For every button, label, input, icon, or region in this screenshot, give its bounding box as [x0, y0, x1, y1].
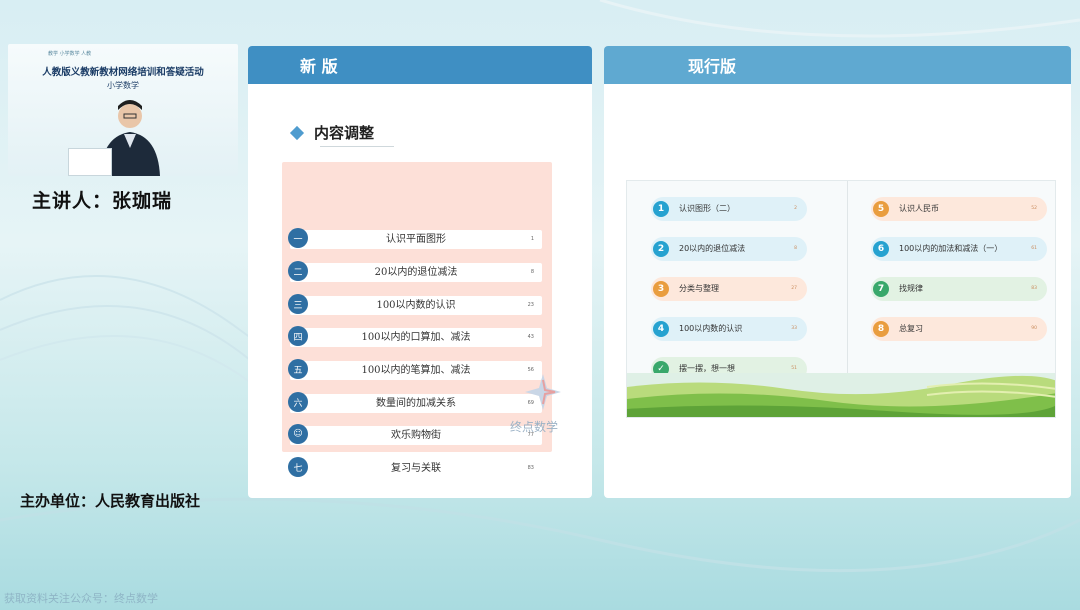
- current-toc-item: 2 20以内的退位减法 8: [651, 237, 807, 261]
- toc-label: 100以内的口算加、减法: [361, 332, 471, 343]
- item-label: 找规律: [899, 284, 923, 293]
- item-number: 7: [873, 281, 889, 297]
- toc-page: 83: [527, 465, 534, 471]
- section-title-text: 内容调整: [314, 124, 375, 142]
- section-title: 内容调整: [289, 122, 375, 143]
- item-page: 8: [794, 246, 797, 251]
- toc-row: 七 复习与关联 83: [288, 457, 542, 478]
- toc-number: 一: [288, 228, 308, 248]
- toc-label: 认识平面图形: [386, 234, 446, 245]
- item-page: 90: [1031, 326, 1037, 331]
- item-number: 5: [873, 201, 889, 217]
- item-page: 2: [794, 206, 797, 211]
- current-toc-item: 4 100以内数的认识 33: [651, 317, 807, 341]
- item-label: 100以内数的认识: [679, 324, 743, 333]
- speaker-name: 主讲人：张珈瑞: [32, 190, 173, 212]
- item-label: 认识图形（二）: [679, 204, 735, 213]
- green-fields-illustration: [627, 373, 1055, 417]
- item-page: 61: [1031, 246, 1037, 251]
- item-label: 100以内的加法和减法（一）: [899, 244, 1003, 253]
- item-number: 8: [873, 321, 889, 337]
- item-number: 4: [653, 321, 669, 337]
- toc-row: 一 认识平面图形 1: [288, 228, 542, 249]
- presenter-video: 教学 小学数学 人教 人教版义教新教材网络培训和答疑活动 小学数学: [8, 44, 238, 176]
- toc-number: 四: [288, 326, 308, 346]
- book-spine: [847, 181, 848, 391]
- footer-watermark: 获取资料关注公众号：终点数学: [4, 592, 158, 605]
- item-page: 52: [1031, 206, 1037, 211]
- current-toc-item: 5 认识人民币 52: [871, 197, 1047, 221]
- current-toc-item: 6 100以内的加法和减法（一） 61: [871, 237, 1047, 261]
- toc-label: 100以内的笔算加、减法: [361, 365, 471, 376]
- toc-page: 1: [530, 236, 534, 242]
- toc-row: 四 100以内的口算加、减法 43: [288, 326, 542, 347]
- toc-page: 23: [527, 302, 534, 308]
- toc-page: 8: [530, 269, 534, 275]
- item-number: 6: [873, 241, 889, 257]
- toc-row: ☺ 欢乐购物街 77: [288, 424, 542, 445]
- toc-page: 43: [527, 334, 534, 340]
- item-number: 1: [653, 201, 669, 217]
- toc-label: 20以内的退位减法: [374, 267, 458, 278]
- brand-logo-icon: [525, 374, 561, 410]
- toc-row: 三 100以内数的认识 23: [288, 294, 542, 315]
- monitor-screen: [68, 148, 112, 176]
- presenter-figure: [100, 100, 160, 176]
- current-toc-item: 7 找规律 83: [871, 277, 1047, 301]
- toc-number: 五: [288, 359, 308, 379]
- item-page: 33: [791, 326, 797, 331]
- current-edition-panel: 现行版 1 认识图形（二） 2 2 20以内的退位减法 8 3 分类与整理 27…: [604, 46, 1071, 498]
- current-toc-item: 3 分类与整理 27: [651, 277, 807, 301]
- new-edition-header: 新 版: [248, 46, 592, 84]
- item-number: 3: [653, 281, 669, 297]
- new-toc-box: 一 认识平面图形 1 二 20以内的退位减法 8 三 100以内数的认识 23 …: [282, 162, 552, 452]
- toc-label: 欢乐购物街: [391, 430, 441, 441]
- item-page: 83: [1031, 286, 1037, 291]
- toc-number: 六: [288, 392, 308, 412]
- toc-number: 七: [288, 457, 308, 477]
- toc-label: 数量间的加减关系: [376, 398, 456, 409]
- brand-watermark: 终点数学: [510, 420, 559, 434]
- toc-row: 五 100以内的笔算加、减法 56: [288, 359, 542, 380]
- toc-row: 六 数量间的加减关系 69: [288, 392, 542, 413]
- item-label: 20以内的退位减法: [679, 244, 746, 253]
- toc-number: 三: [288, 294, 308, 314]
- diamond-icon: [289, 125, 305, 140]
- title-underline: [320, 146, 394, 147]
- item-label: 总复习: [899, 324, 923, 333]
- toc-number: ☺: [288, 424, 308, 444]
- organizer-label: 主办单位：人民教育出版社: [20, 492, 201, 510]
- current-toc-image: 1 认识图形（二） 2 2 20以内的退位减法 8 3 分类与整理 27 4 1…: [626, 180, 1056, 418]
- current-toc-item: 8 总复习 90: [871, 317, 1047, 341]
- new-edition-panel: 新 版 内容调整 一 认识平面图形 1 二 20以内的退位减法 8 三 100以…: [248, 46, 592, 498]
- current-edition-header: 现行版: [604, 46, 1071, 84]
- item-label: 分类与整理: [679, 284, 719, 293]
- toc-row: 二 20以内的退位减法 8: [288, 261, 542, 282]
- item-page: 27: [791, 286, 797, 291]
- toc-number: 二: [288, 261, 308, 281]
- item-label: 认识人民币: [899, 204, 939, 213]
- current-toc-item: 1 认识图形（二） 2: [651, 197, 807, 221]
- toc-label: 复习与关联: [391, 463, 441, 474]
- toc-label: 100以内数的认识: [376, 300, 456, 311]
- item-number: 2: [653, 241, 669, 257]
